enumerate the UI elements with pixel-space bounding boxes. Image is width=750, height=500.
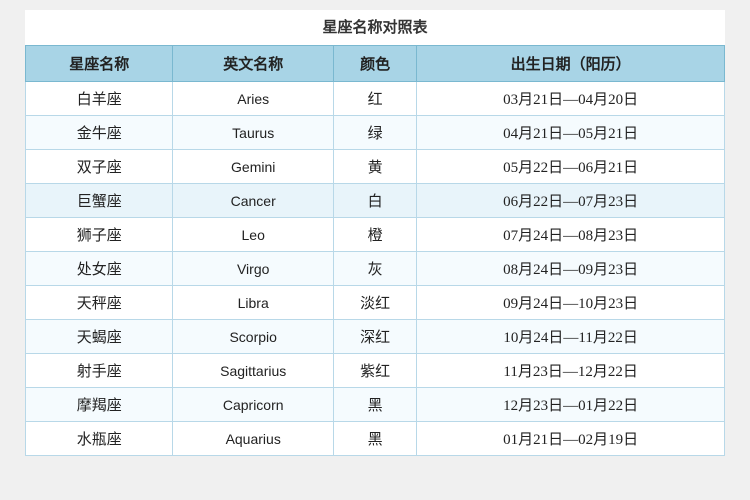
english-name: Cancer (173, 184, 334, 218)
table-row: 巨蟹座Cancer白06月22日—07月23日 (26, 184, 725, 218)
page-title: 星座名称对照表 (25, 10, 725, 45)
col-header-chinese: 星座名称 (26, 46, 173, 82)
table-row: 摩羯座Capricorn黑12月23日—01月22日 (26, 388, 725, 422)
table-row: 射手座Sagittarius紫红11月23日—12月22日 (26, 354, 725, 388)
color-value: 淡红 (333, 286, 416, 320)
chinese-name: 天秤座 (26, 286, 173, 320)
zodiac-table: 星座名称 英文名称 颜色 出生日期（阳历） 白羊座Aries红03月21日—04… (25, 45, 725, 456)
chinese-name: 摩羯座 (26, 388, 173, 422)
date-range: 10月24日—11月22日 (417, 320, 725, 354)
date-range: 12月23日—01月22日 (417, 388, 725, 422)
chinese-name: 狮子座 (26, 218, 173, 252)
table-row: 处女座Virgo灰08月24日—09月23日 (26, 252, 725, 286)
date-range: 06月22日—07月23日 (417, 184, 725, 218)
date-range: 05月22日—06月21日 (417, 150, 725, 184)
date-range: 09月24日—10月23日 (417, 286, 725, 320)
date-range: 07月24日—08月23日 (417, 218, 725, 252)
col-header-dates: 出生日期（阳历） (417, 46, 725, 82)
table-header-row: 星座名称 英文名称 颜色 出生日期（阳历） (26, 46, 725, 82)
chinese-name: 双子座 (26, 150, 173, 184)
color-value: 橙 (333, 218, 416, 252)
english-name: Sagittarius (173, 354, 334, 388)
date-range: 03月21日—04月20日 (417, 82, 725, 116)
table-row: 天秤座Libra淡红09月24日—10月23日 (26, 286, 725, 320)
color-value: 红 (333, 82, 416, 116)
main-container: 星座名称对照表 星座名称 英文名称 颜色 出生日期（阳历） 白羊座Aries红0… (25, 10, 725, 456)
table-row: 水瓶座Aquarius黑01月21日—02月19日 (26, 422, 725, 456)
color-value: 紫红 (333, 354, 416, 388)
chinese-name: 处女座 (26, 252, 173, 286)
english-name: Leo (173, 218, 334, 252)
english-name: Taurus (173, 116, 334, 150)
english-name: Aries (173, 82, 334, 116)
table-row: 金牛座Taurus绿04月21日—05月21日 (26, 116, 725, 150)
english-name: Aquarius (173, 422, 334, 456)
chinese-name: 巨蟹座 (26, 184, 173, 218)
color-value: 黄 (333, 150, 416, 184)
english-name: Capricorn (173, 388, 334, 422)
date-range: 04月21日—05月21日 (417, 116, 725, 150)
color-value: 白 (333, 184, 416, 218)
english-name: Gemini (173, 150, 334, 184)
chinese-name: 金牛座 (26, 116, 173, 150)
color-value: 绿 (333, 116, 416, 150)
chinese-name: 水瓶座 (26, 422, 173, 456)
english-name: Scorpio (173, 320, 334, 354)
chinese-name: 白羊座 (26, 82, 173, 116)
color-value: 黑 (333, 388, 416, 422)
english-name: Libra (173, 286, 334, 320)
date-range: 01月21日—02月19日 (417, 422, 725, 456)
col-header-english: 英文名称 (173, 46, 334, 82)
date-range: 11月23日—12月22日 (417, 354, 725, 388)
col-header-color: 颜色 (333, 46, 416, 82)
table-row: 双子座Gemini黄05月22日—06月21日 (26, 150, 725, 184)
table-row: 狮子座Leo橙07月24日—08月23日 (26, 218, 725, 252)
chinese-name: 天蝎座 (26, 320, 173, 354)
chinese-name: 射手座 (26, 354, 173, 388)
color-value: 深红 (333, 320, 416, 354)
date-range: 08月24日—09月23日 (417, 252, 725, 286)
color-value: 灰 (333, 252, 416, 286)
table-row: 天蝎座Scorpio深红10月24日—11月22日 (26, 320, 725, 354)
english-name: Virgo (173, 252, 334, 286)
table-row: 白羊座Aries红03月21日—04月20日 (26, 82, 725, 116)
color-value: 黑 (333, 422, 416, 456)
